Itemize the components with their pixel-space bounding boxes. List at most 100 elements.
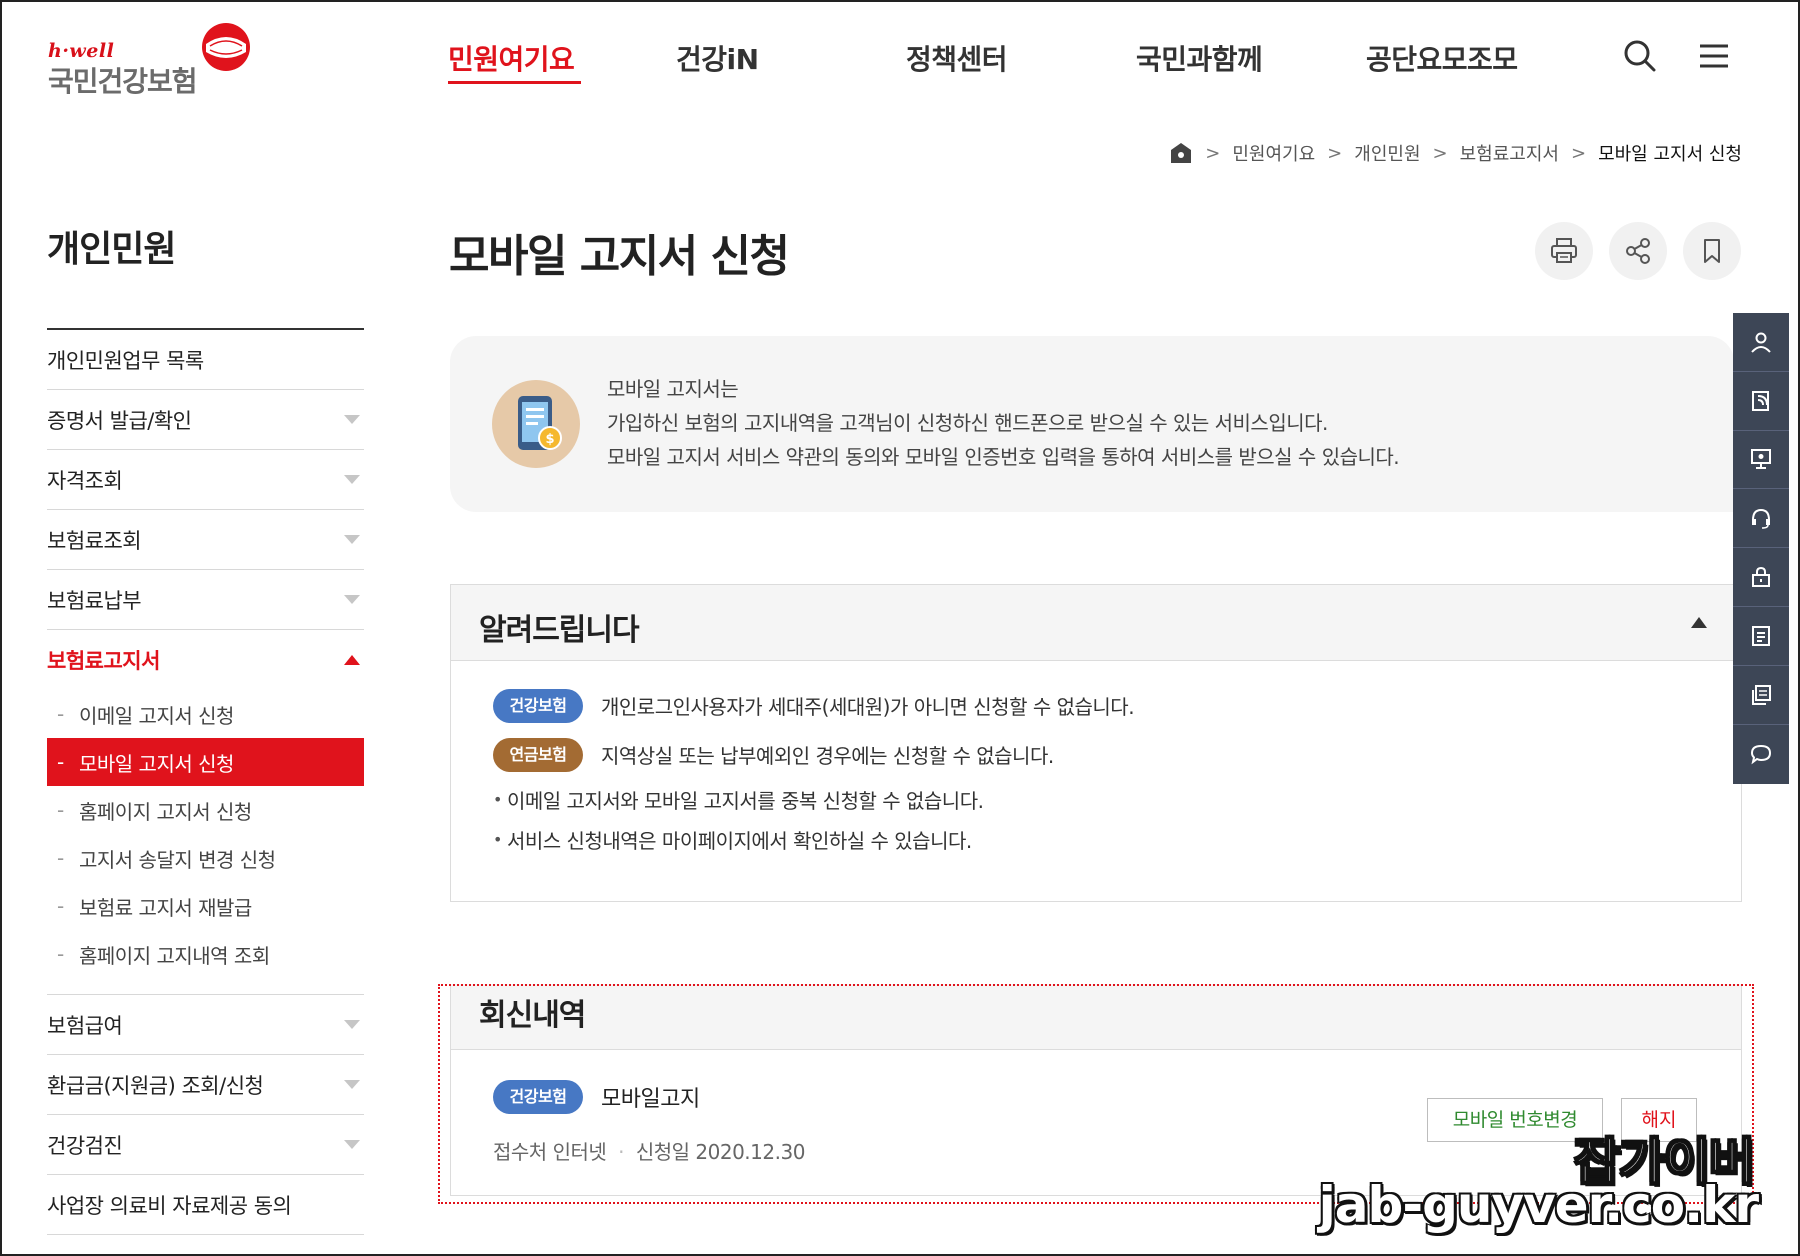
breadcrumb-separator: > — [1327, 142, 1343, 164]
print-button[interactable] — [1535, 222, 1593, 280]
notice-body: 건강보험 개인로그인사용자가 세대주(세대원)가 아니면 신청할 수 없습니다.… — [451, 661, 1741, 859]
sidebar-item-eligibility[interactable]: 자격조회 — [47, 450, 364, 510]
site-logo[interactable]: h·well 국민건강보험 — [48, 22, 268, 102]
notice-row: 건강보험 개인로그인사용자가 세대주(세대원)가 아니면 신청할 수 없습니다. — [493, 681, 1741, 730]
sidebar-item-premium-inquiry[interactable]: 보험료조회 — [47, 510, 364, 570]
intro-line: 모바일 고지서는 — [607, 377, 739, 401]
document-signal-icon — [1752, 390, 1769, 411]
notice-title: 알려드립니다 — [479, 613, 640, 648]
badge-pension-insurance: 연금보험 — [493, 737, 583, 772]
breadcrumb-item[interactable]: 보험료고지서 — [1460, 140, 1559, 166]
sidebar-item-refund[interactable]: 환급금(지원금) 조회/신청 — [47, 1055, 364, 1115]
notice-panel: 알려드립니다 건강보험 개인로그인사용자가 세대주(세대원)가 아니면 신청할 … — [450, 584, 1742, 902]
monitor-icon — [1751, 449, 1771, 470]
mobile-bill-icon: $ — [492, 380, 580, 468]
quick-item-security[interactable] — [1733, 548, 1789, 607]
notice-header[interactable]: 알려드립니다 — [451, 585, 1741, 661]
submenu-item-homepage-notice[interactable]: - 홈페이지 고지서 신청 — [47, 786, 364, 834]
notice-bullet: • 서비스 신청내역은 마이페이지에서 확인하실 수 있습니다. — [493, 819, 1741, 859]
submenu-item-label: 이메일 고지서 신청 — [79, 703, 234, 728]
chevron-down-icon — [344, 1080, 360, 1089]
submenu-item-label: 홈페이지 고지내역 조회 — [79, 943, 270, 968]
submenu-item-label: 홈페이지 고지서 신청 — [79, 799, 252, 824]
submenu-item-address-change[interactable]: - 고지서 송달지 변경 신청 — [47, 834, 364, 882]
sidebar-item-label: 개인민원업무 목록 — [47, 348, 204, 373]
share-icon — [1626, 238, 1650, 264]
nav-item-health-in[interactable]: 건강iN — [676, 38, 759, 78]
intro-box: $ 모바일 고지서는 가입하신 보험의 고지내역을 고객님이 신청하신 핸드폰으… — [450, 336, 1734, 512]
breadcrumb-item[interactable]: 민원여기요 — [1232, 140, 1315, 166]
submenu-item-notice-history[interactable]: - 홈페이지 고지내역 조회 — [47, 930, 364, 978]
list-document-icon — [1752, 625, 1770, 646]
page-title: 모바일 고지서 신청 — [449, 231, 790, 282]
chat-bubble-icon — [1750, 744, 1772, 765]
nav-item-minwon[interactable]: 민원여기요 — [448, 38, 575, 78]
badge-health-insurance: 건강보험 — [493, 688, 583, 723]
quick-item-layers[interactable] — [1733, 666, 1789, 725]
quick-item-list[interactable] — [1733, 607, 1789, 666]
notice-bullet-text: 이메일 고지서와 모바일 고지서를 중복 신청할 수 없습니다. — [507, 788, 984, 813]
sidebar-menu: 개인민원업무 목록 증명서 발급/확인 자격조회 보험료조회 보험료납부 보험료… — [47, 330, 364, 1235]
sidebar-item-list[interactable]: 개인민원업무 목록 — [47, 330, 364, 390]
chevron-down-icon — [344, 1020, 360, 1029]
quick-menu-bar — [1733, 313, 1789, 784]
sidebar-item-premium-payment[interactable]: 보험료납부 — [47, 570, 364, 630]
watermark-url: jab-guyver.co.kr — [1318, 1176, 1759, 1234]
home-icon[interactable] — [1169, 141, 1193, 165]
svg-text:$: $ — [545, 432, 554, 447]
user-icon — [1751, 332, 1771, 353]
share-button[interactable] — [1609, 222, 1667, 280]
breadcrumb-separator: > — [1205, 142, 1221, 164]
lock-icon — [1752, 567, 1770, 588]
quick-item-user[interactable] — [1733, 313, 1789, 372]
bookmark-icon — [1704, 239, 1720, 263]
layers-icon — [1752, 684, 1771, 705]
chevron-down-icon — [344, 535, 360, 544]
sidebar-item-label: 자격조회 — [47, 468, 123, 493]
submenu-item-label: 보험료 고지서 재발급 — [79, 895, 252, 920]
sidebar-item-medical-consent[interactable]: 사업장 의료비 자료제공 동의 — [47, 1175, 364, 1235]
logo-org-name: 국민건강보험 — [48, 65, 198, 98]
chevron-down-icon — [344, 415, 360, 424]
notice-text: 개인로그인사용자가 세대주(세대원)가 아니면 신청할 수 없습니다. — [601, 695, 1135, 719]
notice-bullet-text: 서비스 신청내역은 마이페이지에서 확인하실 수 있습니다. — [507, 828, 972, 853]
submenu-dash: - — [57, 798, 64, 822]
search-icon[interactable] — [1620, 36, 1660, 76]
sidebar-item-label: 보험료고지서 — [47, 649, 160, 673]
quick-item-support[interactable] — [1733, 489, 1789, 549]
breadcrumb-current: 모바일 고지서 신청 — [1598, 144, 1742, 165]
quick-item-monitor[interactable] — [1733, 431, 1789, 490]
hamburger-menu-icon[interactable] — [1694, 36, 1734, 76]
submenu-item-label: 고지서 송달지 변경 신청 — [79, 847, 276, 872]
chevron-up-icon — [344, 655, 360, 665]
sidebar-item-label: 환급금(지원금) 조회/신청 — [47, 1073, 264, 1098]
sidebar-item-benefits[interactable]: 보험급여 — [47, 995, 364, 1055]
bookmark-button[interactable] — [1683, 222, 1741, 280]
submenu-dash: - — [57, 846, 64, 870]
breadcrumb-item[interactable]: 개인민원 — [1354, 140, 1420, 166]
sidebar-item-label: 보험료조회 — [47, 528, 142, 553]
headset-icon — [1752, 509, 1770, 530]
nav-item-about[interactable]: 공단요모조모 — [1366, 38, 1518, 78]
nav-item-policy-center[interactable]: 정책센터 — [906, 38, 1008, 78]
notice-bullet: • 이메일 고지서와 모바일 고지서를 중복 신청할 수 없습니다. — [493, 779, 1741, 819]
breadcrumb: > 민원여기요 > 개인민원 > 보험료고지서 > 모바일 고지서 신청 — [1169, 140, 1742, 166]
notice-row: 연금보험 지역상실 또는 납부예외인 경우에는 신청할 수 없습니다. — [493, 730, 1741, 779]
quick-item-chat[interactable] — [1733, 725, 1789, 784]
submenu-item-reissue[interactable]: - 보험료 고지서 재발급 — [47, 882, 364, 930]
sidebar-item-certificate[interactable]: 증명서 발급/확인 — [47, 390, 364, 450]
logo-emblem-icon — [202, 23, 250, 71]
submenu-item-email-notice[interactable]: - 이메일 고지서 신청 — [47, 690, 364, 738]
chevron-down-icon — [344, 475, 360, 484]
submenu-item-mobile-notice[interactable]: - 모바일 고지서 신청 — [47, 738, 364, 786]
collapse-up-icon[interactable] — [1691, 617, 1707, 628]
notice-text: 지역상실 또는 납부예외인 경우에는 신청할 수 없습니다. — [601, 744, 1054, 768]
sidebar-item-checkup[interactable]: 건강검진 — [47, 1115, 364, 1175]
sidebar-item-premium-notice[interactable]: 보험료고지서 — [47, 630, 364, 690]
print-icon — [1551, 238, 1577, 263]
submenu-dash: - — [57, 702, 64, 726]
submenu-dash: - — [57, 750, 64, 774]
quick-item-document-signal[interactable] — [1733, 372, 1789, 431]
nav-active-underline — [448, 81, 581, 84]
nav-item-with-people[interactable]: 국민과함께 — [1136, 38, 1263, 78]
